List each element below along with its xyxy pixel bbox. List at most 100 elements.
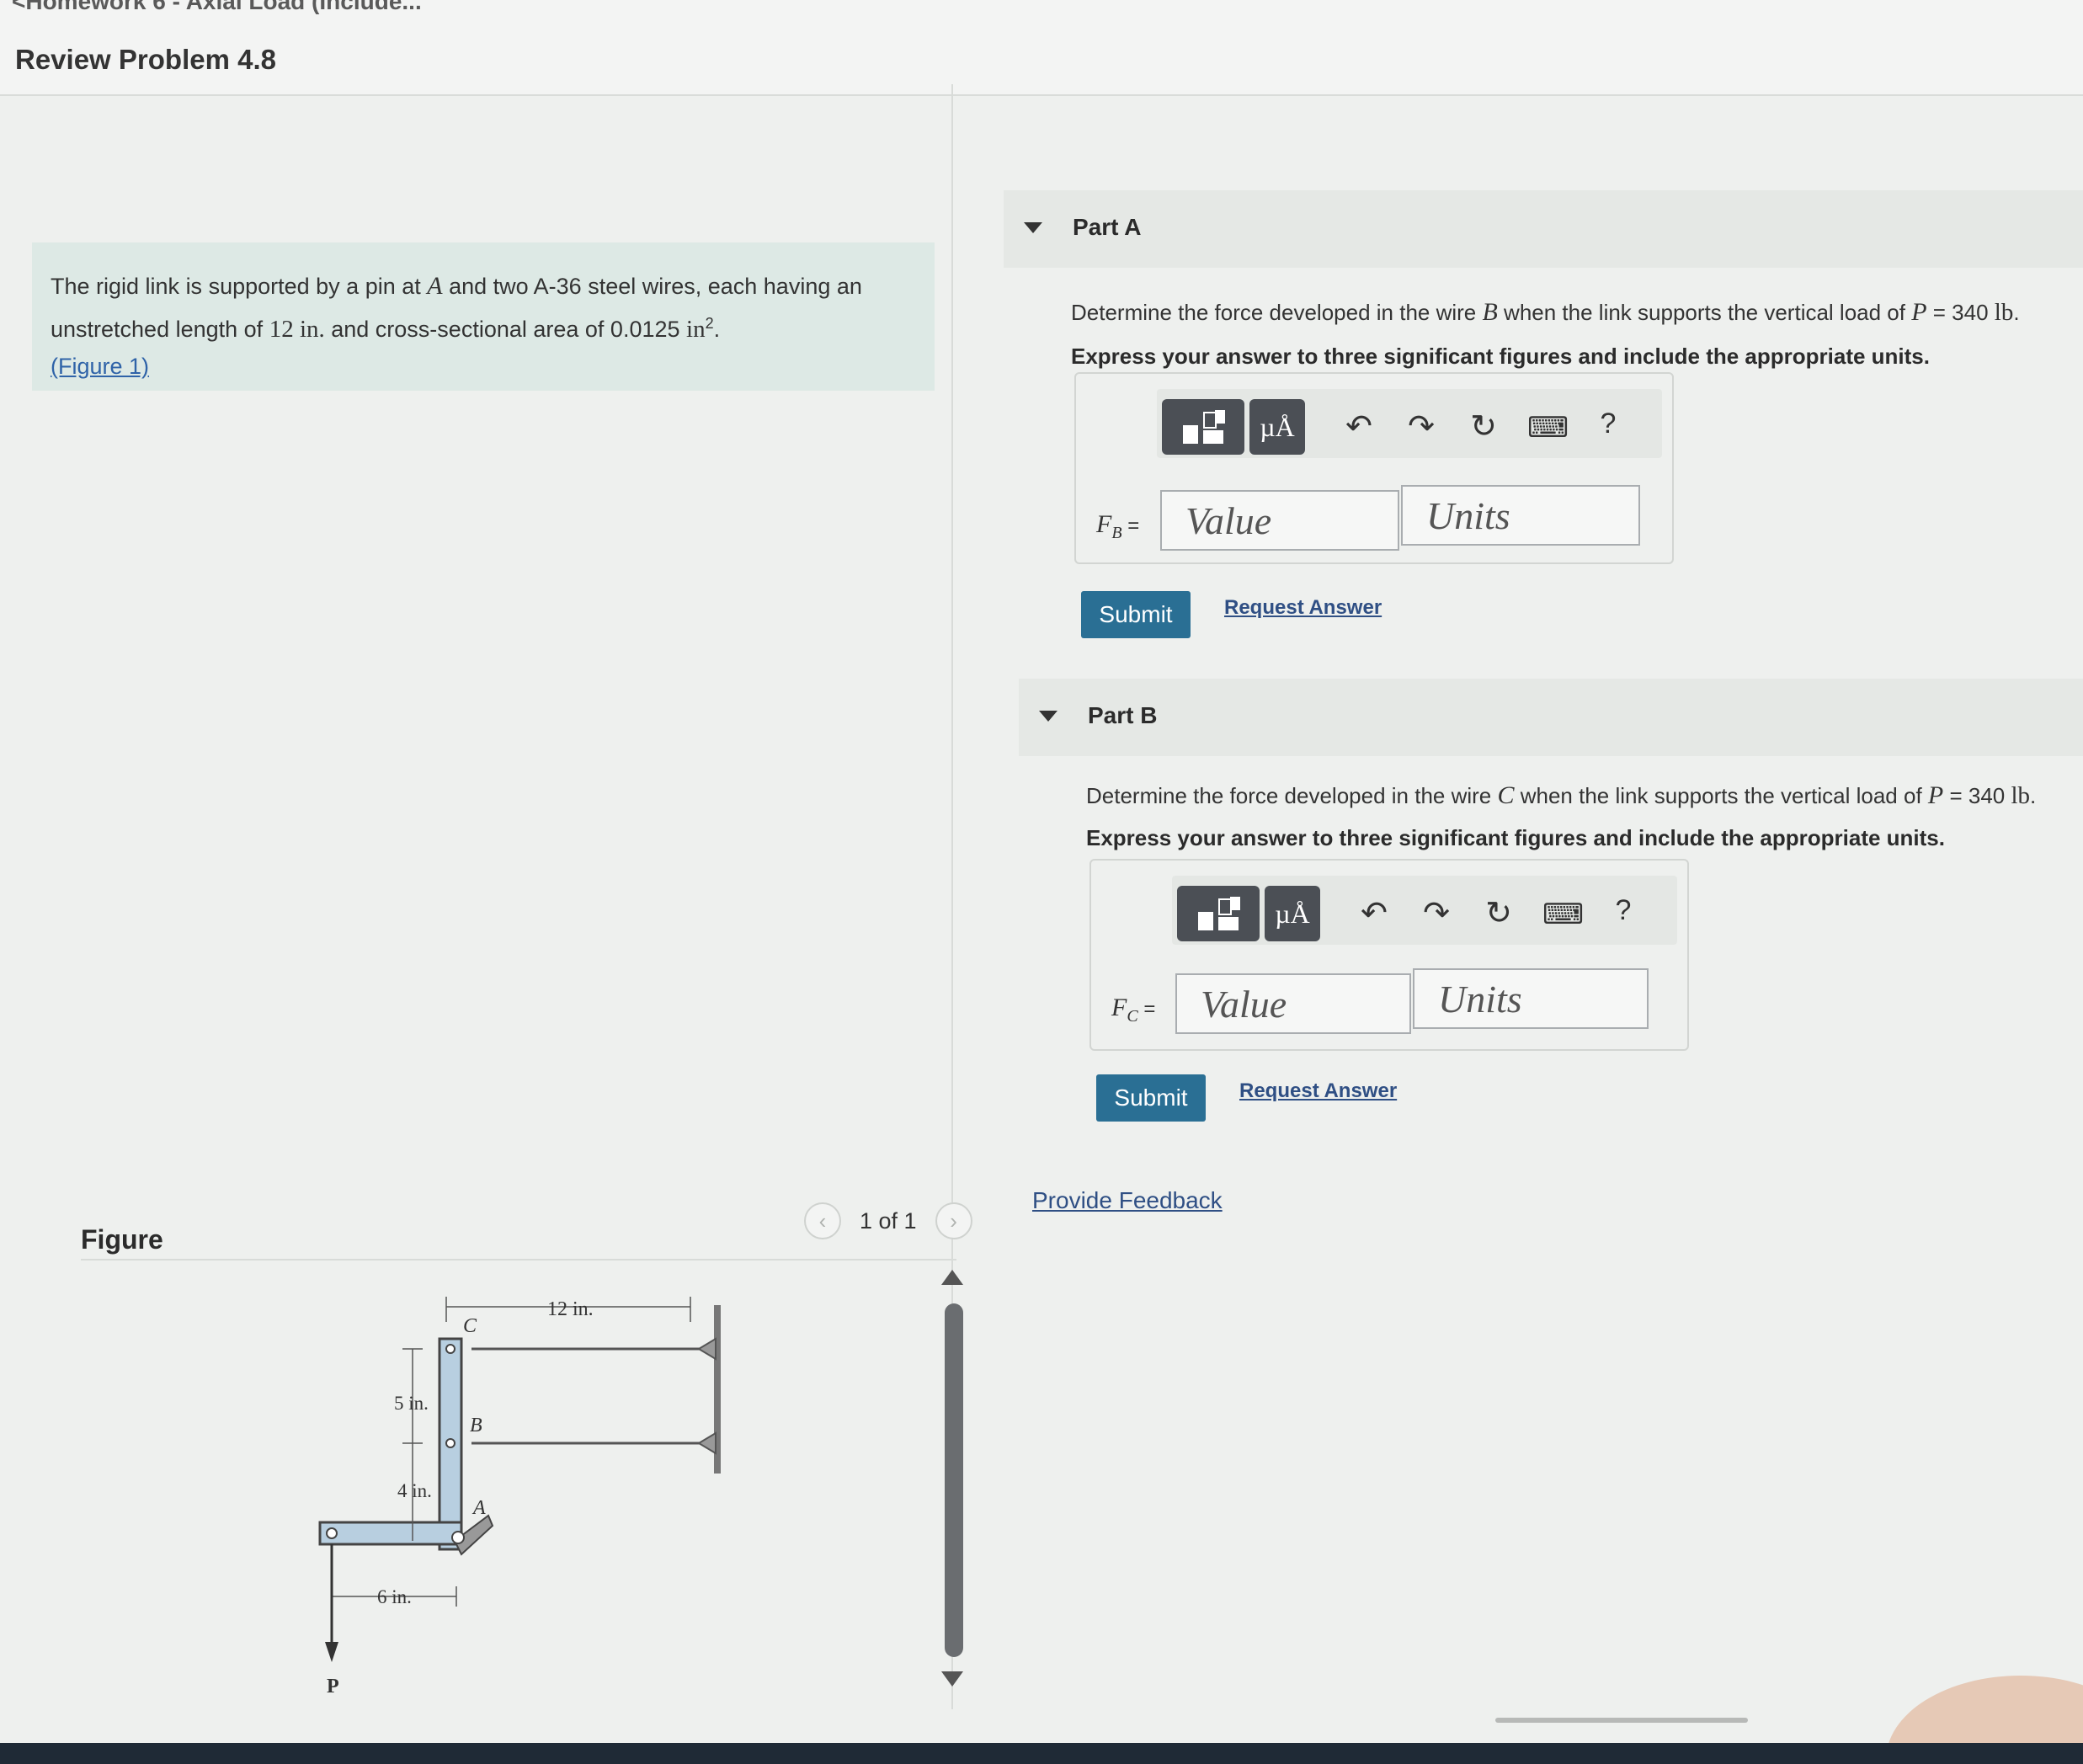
var-a: A — [427, 272, 443, 300]
label-a: A — [471, 1497, 486, 1519]
redo-icon[interactable]: ↷ — [1418, 894, 1455, 932]
part-b-load-var: P — [1927, 781, 1944, 809]
caret-down-icon[interactable] — [1024, 222, 1042, 233]
part-b-q2: when the link supports the vertical load… — [1514, 783, 1928, 808]
part-b-units-input[interactable] — [1413, 968, 1649, 1029]
part-a-load-value: = 340 — [1926, 300, 1995, 325]
dim-top-text: 12 in. — [547, 1298, 594, 1320]
help-icon[interactable]: ? — [1590, 408, 1627, 440]
part-b-header[interactable]: Part B — [1019, 679, 2083, 756]
area-exponent: 2 — [705, 315, 714, 332]
part-b-value-input[interactable] — [1175, 973, 1411, 1034]
part-a-load-unit: lb — [1994, 299, 2014, 326]
keyboard-icon[interactable]: ⌨ — [1542, 898, 1584, 931]
anchor-c — [697, 1337, 717, 1361]
part-b-wire: C — [1497, 781, 1515, 809]
part-b-question: Determine the force developed in the wir… — [1086, 781, 2036, 810]
help-icon[interactable]: ? — [1605, 894, 1642, 927]
page-title: Review Problem 4.8 — [15, 44, 276, 75]
part-b-load-value: = 340 — [1943, 783, 2011, 808]
load-point — [326, 1527, 338, 1539]
part-a-units-input[interactable] — [1401, 485, 1640, 546]
units-button[interactable]: µÅ — [1265, 886, 1320, 941]
part-a-load-var: P — [1911, 298, 1927, 326]
problem-statement: The rigid link is supported by a pin at … — [32, 242, 935, 391]
figure-rule — [81, 1259, 956, 1260]
part-a-answer-box: µÅ ↶ ↷ ↻ ⌨ ? FB = — [1074, 372, 1674, 564]
home-indicator — [1495, 1718, 1748, 1723]
part-a-q-end: . — [2013, 300, 2020, 325]
part-b-field-label: FC = — [1111, 994, 1155, 1026]
templates-button[interactable] — [1162, 399, 1244, 455]
part-a-submit-button[interactable]: Submit — [1081, 591, 1191, 638]
chevron-right-icon[interactable]: › — [935, 1202, 972, 1239]
label-b: B — [470, 1415, 482, 1436]
problem-length: 12 in. — [269, 316, 325, 343]
caret-down-icon[interactable] — [1039, 711, 1057, 722]
dim-5in-text: 5 in. — [394, 1393, 429, 1414]
problem-text-3: and cross-sectional area of 0.0125 — [324, 317, 687, 342]
screen: <Homework 6 - Axial Load (Include... Rev… — [0, 0, 2083, 1743]
part-a-label-main: F — [1096, 510, 1112, 538]
label-p: P — [327, 1676, 339, 1697]
pin-c — [445, 1344, 455, 1354]
hand-overlay — [1886, 1676, 2083, 1743]
part-b-toolbar: µÅ ↶ ↷ ↻ ⌨ ? — [1172, 876, 1677, 945]
part-a-header[interactable]: Part A — [1004, 190, 2083, 268]
undo-icon[interactable]: ↶ — [1356, 894, 1393, 932]
part-b-q-end: . — [2030, 783, 2037, 808]
part-a-request-answer-link[interactable]: Request Answer — [1224, 596, 1382, 620]
part-b-submit-button[interactable]: Submit — [1096, 1074, 1206, 1122]
part-a-label-sub: B — [1111, 524, 1122, 542]
provide-feedback-link[interactable]: Provide Feedback — [1032, 1187, 1223, 1214]
problem-text-4: . — [713, 317, 721, 342]
units-button[interactable]: µÅ — [1249, 399, 1305, 455]
horizontal-arm — [318, 1521, 463, 1546]
templates-button[interactable] — [1177, 886, 1260, 941]
figure-nav: ‹ 1 of 1 › — [804, 1202, 972, 1239]
figure-scrollbar[interactable] — [945, 1303, 963, 1657]
anchor-b — [697, 1431, 717, 1455]
part-b-title: Part B — [1088, 702, 1158, 728]
templates-icon — [1180, 408, 1227, 445]
templates-icon — [1195, 895, 1242, 932]
part-b-label-sub: C — [1127, 1007, 1138, 1026]
part-a-q1: Determine the force developed in the wir… — [1071, 300, 1483, 325]
chevron-left-icon[interactable]: ‹ — [804, 1202, 841, 1239]
reset-icon[interactable]: ↻ — [1480, 894, 1517, 932]
back-link[interactable]: <Homework 6 - Axial Load (Include... — [12, 0, 422, 15]
scroll-down-icon[interactable] — [941, 1671, 963, 1687]
reset-icon[interactable]: ↻ — [1465, 408, 1502, 445]
part-a-wire: B — [1482, 298, 1498, 326]
part-a-label-eq: = — [1121, 514, 1140, 537]
part-a-field-label: FB = — [1096, 510, 1139, 543]
redo-icon[interactable]: ↷ — [1403, 408, 1440, 445]
rigid-link-figure: 12 in. C B A 5 in. 4 in. 6 in. P — [318, 1297, 721, 1697]
undo-icon[interactable]: ↶ — [1340, 408, 1377, 445]
dim-6in-text: 6 in. — [377, 1586, 412, 1607]
problem-text-1: The rigid link is supported by a pin at — [51, 274, 428, 299]
problem-text: The rigid link is supported by a pin at … — [51, 268, 909, 385]
label-c: C — [463, 1315, 477, 1337]
part-a-value-input[interactable] — [1160, 490, 1399, 551]
part-a-question: Determine the force developed in the wir… — [1071, 298, 2020, 327]
part-b-q1: Determine the force developed in the wir… — [1086, 783, 1498, 808]
part-a-instruction: Express your answer to three significant… — [1071, 344, 1930, 369]
part-a-title: Part A — [1073, 214, 1142, 240]
part-a-toolbar: µÅ ↶ ↷ ↻ ⌨ ? — [1157, 389, 1662, 458]
part-b-request-answer-link[interactable]: Request Answer — [1239, 1079, 1397, 1103]
load-arrow — [325, 1642, 338, 1662]
dim-4in-text: 4 in. — [397, 1480, 432, 1501]
keyboard-icon[interactable]: ⌨ — [1527, 411, 1569, 445]
area-unit: in — [686, 316, 706, 343]
part-b-load-unit: lb — [2011, 782, 2031, 809]
figure-label: Figure — [81, 1224, 163, 1255]
scroll-up-icon[interactable] — [941, 1270, 963, 1285]
figure-page-count: 1 of 1 — [860, 1207, 917, 1234]
part-b-answer-box: µÅ ↶ ↷ ↻ ⌨ ? FC = — [1089, 859, 1689, 1051]
part-b-label-eq: = — [1137, 998, 1156, 1021]
figure-link[interactable]: (Figure 1) — [51, 354, 149, 379]
top-bar: <Homework 6 - Axial Load (Include... Rev… — [0, 0, 2083, 96]
part-a-q2: when the link supports the vertical load… — [1497, 300, 1912, 325]
pin-b — [445, 1438, 455, 1448]
